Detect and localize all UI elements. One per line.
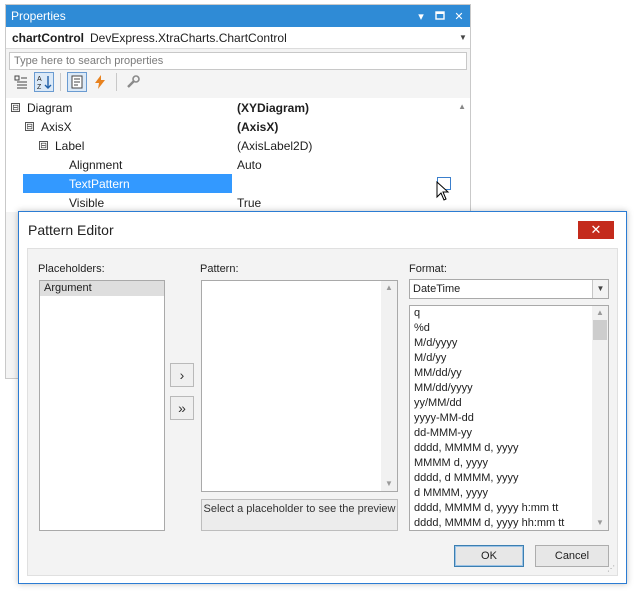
pattern-textarea[interactable]: ▲ ▼ <box>201 280 398 492</box>
property-value[interactable]: (XYDiagram) <box>232 98 470 117</box>
add-placeholder-button[interactable]: › <box>170 363 194 387</box>
pin-icon[interactable] <box>432 8 448 24</box>
property-row-visible[interactable]: Visible True <box>6 193 470 212</box>
close-button[interactable]: ✕ <box>578 221 614 239</box>
format-type-select[interactable]: DateTime ▼ <box>409 279 609 299</box>
format-item[interactable]: %d <box>410 321 592 336</box>
properties-toolbar: AZ <box>6 70 470 94</box>
add-all-placeholders-button[interactable]: » <box>170 396 194 420</box>
property-name: Visible <box>69 195 105 210</box>
format-item[interactable]: dddd, MMMM d, yyyy hh:mm tt <box>410 516 592 530</box>
format-item[interactable]: yy/MM/dd <box>410 396 592 411</box>
property-grid: ▲ ⊟ Diagram (XYDiagram) ⊟ AxisX (AxisX) … <box>6 98 470 212</box>
property-value[interactable] <box>232 174 470 193</box>
properties-title: Properties <box>11 9 66 23</box>
format-item[interactable]: q <box>410 306 592 321</box>
format-item[interactable]: MM/dd/yyyy <box>410 381 592 396</box>
format-item[interactable]: yyyy-MM-dd <box>410 411 592 426</box>
property-row-textpattern[interactable]: TextPattern <box>6 174 470 193</box>
chevron-down-icon[interactable]: ▼ <box>592 280 608 298</box>
svg-text:A: A <box>37 76 42 83</box>
format-label: Format: <box>409 263 447 275</box>
property-row-diagram[interactable]: ⊟ Diagram (XYDiagram) <box>6 98 470 117</box>
svg-text:Z: Z <box>37 84 42 90</box>
property-value[interactable]: (AxisX) <box>232 117 470 136</box>
object-type: DevExpress.XtraCharts.ChartControl <box>90 30 287 45</box>
resize-grip-icon[interactable]: ⋰ <box>607 565 615 573</box>
format-item[interactable]: dddd, d MMMM, yyyy <box>410 471 592 486</box>
pattern-editor-dialog: Pattern Editor ✕ Placeholders: Argument … <box>18 211 627 584</box>
property-row-label[interactable]: ⊟ Label (AxisLabel2D) <box>6 136 470 155</box>
property-value[interactable]: Auto <box>232 155 470 174</box>
format-item[interactable]: M/d/yy <box>410 351 592 366</box>
property-row-axisx[interactable]: ⊟ AxisX (AxisX) <box>6 117 470 136</box>
scroll-down-icon[interactable]: ▼ <box>381 477 397 491</box>
collapse-icon[interactable]: ⊟ <box>39 141 48 150</box>
pattern-scrollbar[interactable]: ▲ ▼ <box>381 281 397 491</box>
format-item[interactable]: MMMM d, yyyy <box>410 456 592 471</box>
preview-hint: Select a placeholder to see the preview <box>201 499 398 531</box>
property-name: Diagram <box>27 100 73 115</box>
property-search-input[interactable]: Type here to search properties <box>9 52 467 70</box>
format-item[interactable]: dddd, MMMM d, yyyy h:mm tt <box>410 501 592 516</box>
property-name: AxisX <box>41 119 72 134</box>
ok-button[interactable]: OK <box>454 545 524 567</box>
pattern-label: Pattern: <box>200 263 239 275</box>
property-name: TextPattern <box>69 176 130 191</box>
collapse-icon[interactable]: ⊟ <box>25 122 34 131</box>
toolbar-separator <box>60 73 61 91</box>
scroll-down-icon[interactable]: ▼ <box>592 516 608 530</box>
scrollbar-thumb[interactable] <box>593 320 607 340</box>
property-row-alignment[interactable]: Alignment Auto <box>6 155 470 174</box>
format-item[interactable]: M/d/yyyy <box>410 336 592 351</box>
placeholders-label: Placeholders: <box>38 263 105 275</box>
property-pages-icon[interactable] <box>67 72 87 92</box>
format-item[interactable]: d MMMM, yyyy <box>410 486 592 501</box>
chevron-down-icon[interactable]: ▼ <box>456 33 470 42</box>
property-value[interactable]: True <box>232 193 470 212</box>
dropdown-icon[interactable]: ▾ <box>413 8 429 24</box>
close-icon[interactable]: ✕ <box>451 8 467 24</box>
object-selector[interactable]: chartControl DevExpress.XtraCharts.Chart… <box>6 27 470 49</box>
object-name: chartControl <box>12 30 84 45</box>
format-item[interactable]: dd-MMM-yy <box>410 426 592 441</box>
format-type-value: DateTime <box>413 283 461 295</box>
dialog-client-area: Placeholders: Argument › » Pattern: ▲ ▼ … <box>27 248 618 576</box>
collapse-icon[interactable]: ⊟ <box>11 103 20 112</box>
alphabetical-sort-icon[interactable]: AZ <box>34 72 54 92</box>
properties-titlebar: Properties ▾ ✕ <box>6 5 470 27</box>
preview-hint-text: Select a placeholder to see the preview <box>203 503 396 515</box>
wrench-icon[interactable] <box>123 72 143 92</box>
property-name: Label <box>55 138 85 153</box>
format-scrollbar[interactable]: ▲ ▼ <box>592 306 608 530</box>
cancel-button[interactable]: Cancel <box>535 545 609 567</box>
toolbar-separator <box>116 73 117 91</box>
format-list[interactable]: q %d M/d/yyyy M/d/yy MM/dd/yy MM/dd/yyyy… <box>409 305 609 531</box>
dialog-title: Pattern Editor <box>28 222 114 238</box>
mouse-cursor-icon <box>436 181 450 201</box>
categorized-icon[interactable] <box>11 72 31 92</box>
events-icon[interactable] <box>90 72 110 92</box>
format-item[interactable]: MM/dd/yy <box>410 366 592 381</box>
scroll-up-icon[interactable]: ▲ <box>381 281 397 295</box>
property-name: Alignment <box>69 157 123 172</box>
property-value[interactable]: (AxisLabel2D) <box>232 136 470 155</box>
scroll-up-icon[interactable]: ▲ <box>592 306 608 320</box>
format-item[interactable]: dddd, MMMM d, yyyy <box>410 441 592 456</box>
placeholders-list[interactable]: Argument <box>39 280 165 531</box>
placeholder-item-argument[interactable]: Argument <box>40 281 164 296</box>
